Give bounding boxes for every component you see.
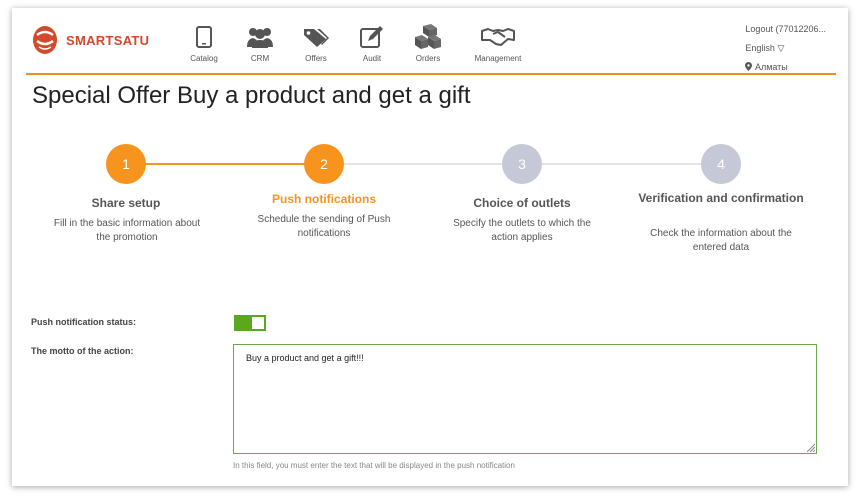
language-select[interactable]: English ▽ — [745, 39, 826, 58]
brand-name: SMARTSATU — [66, 32, 150, 48]
step-4-title: Verification and confirmation — [638, 191, 804, 205]
handshake-icon — [481, 28, 515, 46]
step-connector-2 — [344, 163, 512, 165]
step-connector-3 — [542, 163, 704, 165]
nav-label-catalog: Catalog — [190, 54, 218, 63]
step-2-desc: Schedule the sending of Push notificatio… — [257, 214, 391, 239]
step-3-desc: Specify the outlets to which the action … — [453, 218, 591, 243]
nav-label-orders: Orders — [415, 54, 441, 63]
brand-logo[interactable]: SMARTSATU — [32, 25, 149, 55]
step-3-title: Choice of outlets — [473, 196, 571, 210]
nav-item-catalog[interactable]: Catalog — [174, 22, 234, 63]
header-divider — [26, 73, 836, 75]
nav-item-management[interactable]: Management — [468, 22, 528, 63]
nav-label-audit: Audit — [362, 54, 382, 63]
step-1-desc: Fill in the basic information about the … — [53, 218, 201, 243]
boxes-icon — [415, 24, 441, 49]
users-icon — [247, 28, 273, 48]
user-panel: Logout (77012206... English ▽ Алматы — [745, 20, 826, 77]
app-window: SMARTSATU Catalog CRM Offers Audit Order… — [12, 8, 848, 486]
top-header: SMARTSATU Catalog CRM Offers Audit Order… — [12, 8, 848, 77]
step-1-title: Share setup — [91, 196, 161, 210]
nav-item-orders[interactable]: Orders — [398, 22, 458, 63]
step-2-circle[interactable]: 2 — [304, 144, 344, 184]
location-pin-icon — [745, 62, 753, 71]
resize-grip-icon[interactable] — [807, 444, 815, 452]
nav-label-crm: CRM — [250, 54, 270, 63]
motto-textarea[interactable]: Buy a product and get a gift!!! — [233, 344, 817, 454]
push-status-toggle[interactable] — [234, 315, 266, 331]
nav-label-offers: Offers — [305, 54, 327, 63]
tags-icon — [304, 29, 329, 47]
motto-hint: In this field, you must enter the text t… — [233, 461, 515, 470]
step-3-circle[interactable]: 3 — [502, 144, 542, 184]
step-4-circle[interactable]: 4 — [701, 144, 741, 184]
step-connector-1 — [146, 163, 322, 165]
nav-label-management: Management — [474, 54, 522, 63]
tablet-icon — [196, 26, 212, 48]
nav-item-audit[interactable]: Audit — [342, 22, 402, 63]
step-2-title: Push notifications — [271, 192, 376, 206]
nav-item-offers[interactable]: Offers — [286, 22, 346, 63]
motto-label: The motto of the action: — [31, 346, 134, 356]
step-4-desc: Check the information about the entered … — [650, 228, 792, 253]
page-title: Special Offer Buy a product and get a gi… — [32, 82, 471, 109]
push-status-label: Push notification status: — [31, 317, 137, 327]
logo-icon — [33, 26, 57, 54]
toggle-knob — [252, 317, 264, 329]
step-1-circle[interactable]: 1 — [106, 144, 146, 184]
logout-link[interactable]: Logout (77012206... — [745, 20, 826, 39]
city-label: Алматы — [754, 62, 788, 72]
edit-icon — [360, 26, 383, 48]
nav-item-crm[interactable]: CRM — [230, 22, 290, 63]
